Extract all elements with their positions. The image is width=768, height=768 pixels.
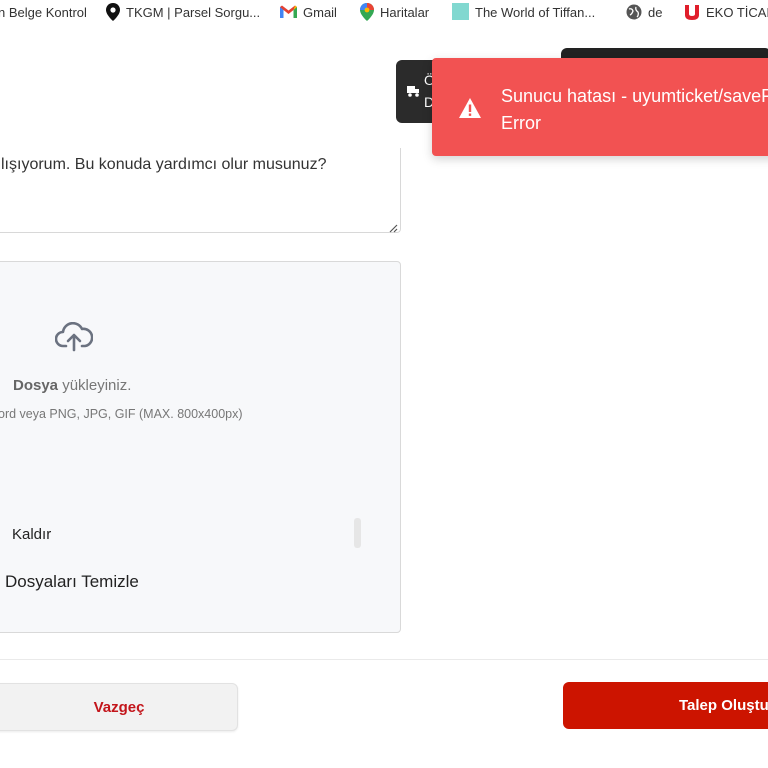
bookmark-tkgm[interactable]: TKGM | Parsel Sorgu...: [106, 2, 261, 24]
divider: [0, 659, 768, 660]
bookmark-label: EKO TİCAR: [706, 5, 768, 20]
bookmark-label: Gmail: [303, 5, 337, 20]
bookmark-label: TKGM | Parsel Sorgu...: [126, 5, 261, 20]
location-pin-icon: [106, 2, 120, 24]
bookmark-eko[interactable]: EKO TİCAR: [684, 4, 768, 22]
bookmark-label: de: [648, 5, 663, 20]
cancel-button-label: Vazgeç: [93, 698, 145, 716]
bookmark-haritalar[interactable]: Haritalar: [360, 2, 430, 24]
upload-title: Dosya yükleyiniz.: [13, 377, 132, 394]
bookmarks-bar: n Belge Kontrol TKGM | Parsel Sorgu... G…: [0, 0, 768, 26]
cancel-button[interactable]: Vazgeç: [0, 683, 238, 731]
create-ticket-button[interactable]: Talep Oluştur: [563, 682, 768, 729]
bookmark-label: The World of Tiffan...: [475, 5, 596, 20]
u-logo-icon: [684, 4, 700, 23]
bookmark-belge-kontrol[interactable]: n Belge Kontrol: [0, 4, 87, 22]
cloud-upload-icon: [54, 321, 94, 352]
bookmark-gmail[interactable]: Gmail: [280, 4, 337, 22]
scrollbar-thumb[interactable]: [354, 518, 361, 548]
toast-message: Sunucu hatası - uyumticket/saveF: [501, 86, 768, 106]
toast-message-detail: Error: [501, 113, 541, 133]
remove-file-button[interactable]: Kaldır: [12, 526, 51, 543]
resize-grip-icon[interactable]: [388, 220, 398, 233]
bookmark-label: Haritalar: [380, 5, 430, 20]
clear-files-button[interactable]: Dosyaları Temizle: [5, 572, 139, 592]
create-ticket-button-label: Talep Oluştur: [679, 697, 768, 714]
globe-icon: [626, 4, 642, 23]
description-textarea[interactable]: lışıyorum. Bu konuda yardımcı olur musun…: [0, 148, 401, 233]
warning-icon: [458, 97, 482, 119]
tile-icon: [452, 3, 469, 23]
bookmark-label: n Belge Kontrol: [0, 5, 87, 20]
truck-icon: [406, 84, 420, 101]
gmail-icon: [280, 5, 297, 21]
bookmark-tiffany[interactable]: The World of Tiffan...: [452, 3, 596, 23]
maps-pin-icon: [360, 2, 374, 24]
bookmark-de[interactable]: de: [626, 4, 662, 22]
upload-hint: ord veya PNG, JPG, GIF (MAX. 800x400px): [0, 407, 243, 421]
error-toast[interactable]: Sunucu hatası - uyumticket/saveF Error: [432, 58, 768, 156]
textarea-value: lışıyorum. Bu konuda yardımcı olur musun…: [1, 156, 327, 173]
